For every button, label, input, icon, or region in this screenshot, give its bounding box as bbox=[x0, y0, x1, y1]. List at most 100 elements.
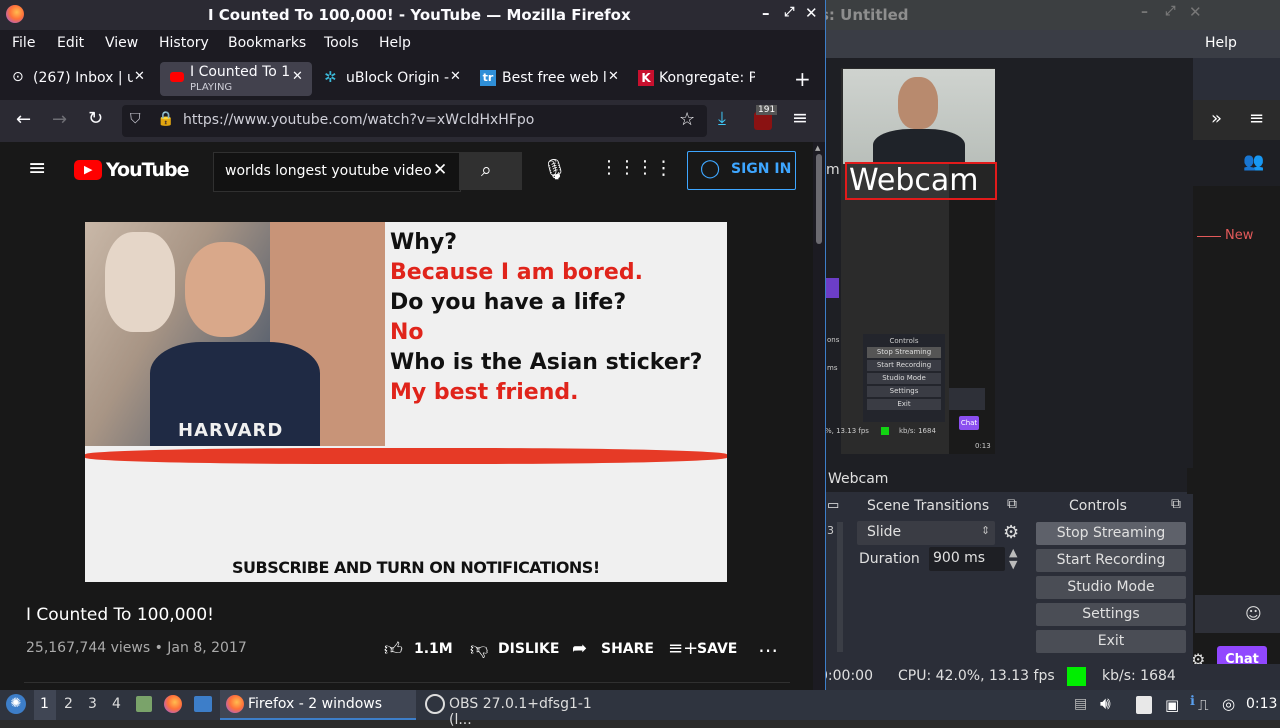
tray-volume-icon[interactable]: 🔊︎ bbox=[1100, 694, 1111, 714]
scene-transitions-float-icon[interactable]: ⧉ bbox=[1007, 496, 1017, 512]
youtube-logo-icon[interactable]: ▶ bbox=[74, 160, 102, 180]
taskbar-firefox-task[interactable]: Firefox - 2 windows bbox=[220, 690, 416, 720]
video-player[interactable]: HARVARD Why? Because I am bored. Do you ha… bbox=[85, 222, 727, 582]
downloads-icon[interactable]: ⤓ bbox=[718, 108, 726, 129]
menu-bookmarks[interactable]: Bookmarks bbox=[228, 35, 306, 51]
more-vertical-icon[interactable]: ⋮ bbox=[654, 157, 673, 179]
sign-in-button[interactable]: ◯ SIGN IN bbox=[687, 151, 796, 190]
youtube-logo-text[interactable]: YouTube bbox=[106, 159, 189, 181]
webcam-text-source[interactable]: Webcam bbox=[845, 162, 997, 200]
firefox-logo-icon bbox=[6, 5, 24, 23]
emoji-icon[interactable]: ☺ bbox=[1245, 604, 1262, 623]
lock-icon[interactable]: 🔒 bbox=[157, 111, 174, 127]
duration-stepper-down-icon[interactable]: ▼ bbox=[1009, 558, 1017, 571]
save-button[interactable]: ≡+ SAVE bbox=[668, 638, 738, 662]
tab-ublock-close-icon[interactable]: ✕ bbox=[450, 69, 461, 84]
tab-ublock[interactable]: ✲ uBlock Origin - ✕ bbox=[318, 62, 468, 96]
menu-tools[interactable]: Tools bbox=[324, 35, 359, 51]
url-bar[interactable]: ⛉ 🔒 https://www.youtube.com/watch?v=xWcl… bbox=[122, 105, 707, 137]
app-menu-icon[interactable]: ≡ bbox=[792, 107, 808, 129]
reload-icon[interactable]: ↻ bbox=[88, 108, 103, 129]
firefox-minimize-icon[interactable]: – bbox=[762, 4, 770, 22]
menu-view[interactable]: View bbox=[105, 35, 138, 51]
users-icon[interactable]: 👥 bbox=[1243, 152, 1264, 172]
tray-network-icon[interactable]: ⎍ bbox=[1198, 696, 1209, 714]
overflow-chevrons-icon[interactable]: » bbox=[1211, 108, 1222, 129]
obs-maximize-icon[interactable]: ⤢ bbox=[1165, 4, 1175, 19]
microphone-icon[interactable]: 🎙 bbox=[542, 157, 567, 181]
tray-update-icon[interactable]: ℹ bbox=[1190, 694, 1195, 709]
menu-file[interactable]: File bbox=[12, 35, 35, 51]
menu-help[interactable]: Help bbox=[379, 35, 411, 51]
more-actions-icon[interactable]: ⋯ bbox=[758, 638, 778, 662]
obs-close-icon[interactable]: ✕ bbox=[1189, 3, 1202, 21]
workspace-4[interactable]: 4 bbox=[112, 696, 121, 712]
tray-obs-icon[interactable]: ◎ bbox=[1222, 695, 1235, 713]
scrollbar-thumb[interactable] bbox=[816, 154, 822, 244]
tracking-shield-icon[interactable]: ⛉ bbox=[130, 111, 141, 127]
controls-float-icon[interactable]: ⧉ bbox=[1171, 496, 1181, 512]
page-scrollbar[interactable]: ▲ bbox=[813, 142, 825, 690]
youtube-guide-menu-icon[interactable]: ≡ bbox=[28, 156, 46, 181]
obs-menu-help[interactable]: Help bbox=[1205, 35, 1237, 51]
back-arrow-icon[interactable]: ← bbox=[16, 109, 31, 130]
new-tab-plus-icon[interactable]: + bbox=[794, 67, 811, 91]
thumbnail-line: My best friend. bbox=[390, 380, 579, 405]
chat-input[interactable]: ☺ bbox=[1195, 595, 1280, 633]
menu-edit[interactable]: Edit bbox=[57, 35, 84, 51]
like-button[interactable]: 👍︎ 1.1M bbox=[384, 638, 456, 662]
youtube-search-button[interactable]: ⌕ bbox=[459, 152, 522, 190]
taskbar-firefox-label: Firefox - 2 windows bbox=[248, 696, 383, 712]
search-clear-icon[interactable]: ✕ bbox=[433, 160, 447, 180]
file-manager-launcher-icon[interactable] bbox=[136, 696, 152, 712]
youtube-logo-play-icon: ▶ bbox=[84, 163, 93, 176]
tray-clipboard-icon[interactable]: ▤ bbox=[1074, 696, 1087, 712]
studio-mode-button[interactable]: Studio Mode bbox=[1036, 576, 1186, 599]
tab-inbox[interactable]: ⊙ (267) Inbox | u ✕ bbox=[6, 62, 156, 96]
preview-fragment-text: m bbox=[826, 162, 840, 178]
video-title: I Counted To 100,000! bbox=[26, 605, 214, 625]
apps-grid-icon[interactable]: ⋮⋮⋮ bbox=[600, 157, 654, 178]
scenes-scrollbar[interactable] bbox=[837, 522, 843, 652]
workspace-3[interactable]: 3 bbox=[88, 696, 97, 712]
menu-history[interactable]: History bbox=[159, 35, 209, 51]
share-button[interactable]: ➦ SHARE bbox=[572, 638, 654, 662]
settings-button[interactable]: Settings bbox=[1036, 603, 1186, 626]
transition-select[interactable]: Slide ⇕ bbox=[857, 521, 995, 545]
workspace-2[interactable]: 2 bbox=[64, 696, 73, 712]
tab-best-free-web[interactable]: tr Best free web l ✕ bbox=[474, 62, 626, 96]
start-menu-icon[interactable]: ✺ bbox=[6, 694, 26, 714]
thumbnail-person-center bbox=[185, 242, 265, 337]
tray-notes-icon[interactable] bbox=[1136, 696, 1152, 714]
workspace-1[interactable]: 1 bbox=[34, 690, 56, 720]
tab-youtube-close-icon[interactable]: ✕ bbox=[292, 69, 303, 84]
youtube-search-input[interactable]: worlds longest youtube video ✕ bbox=[213, 152, 461, 192]
start-recording-button[interactable]: Start Recording bbox=[1036, 549, 1186, 572]
tray-display-icon[interactable]: ▣ bbox=[1165, 696, 1179, 714]
transition-properties-gear-icon[interactable]: ⚙ bbox=[1003, 522, 1019, 543]
bookmark-star-icon[interactable]: ☆ bbox=[679, 109, 695, 130]
tab-youtube-active[interactable]: I Counted To 1( PLAYING ✕ bbox=[160, 62, 312, 96]
scenes-dock-float-icon[interactable]: ▭ bbox=[827, 498, 839, 513]
scroll-up-icon[interactable]: ▲ bbox=[815, 144, 820, 152]
stop-streaming-button[interactable]: Stop Streaming bbox=[1036, 522, 1186, 545]
duration-input[interactable]: 900 ms bbox=[929, 547, 1005, 571]
hamburger-menu-icon[interactable]: ≡ bbox=[1249, 108, 1264, 129]
taskbar-firefox-icon bbox=[226, 695, 244, 713]
firefox-close-icon[interactable]: ✕ bbox=[805, 4, 818, 22]
tab-inbox-close-icon[interactable]: ✕ bbox=[134, 69, 145, 84]
obs-minimize-icon[interactable]: – bbox=[1141, 4, 1148, 20]
firefox-maximize-icon[interactable]: ⤢ bbox=[784, 5, 794, 20]
tab-kongregate[interactable]: K Kongregate: Pl bbox=[632, 62, 782, 96]
mini-control-2: Studio Mode bbox=[867, 373, 941, 384]
exit-button[interactable]: Exit bbox=[1036, 630, 1186, 653]
dislike-button[interactable]: 👎︎ DISLIKE bbox=[470, 638, 560, 662]
taskbar-obs-task[interactable]: OBS 27.0.1+dfsg1-1 (l... bbox=[420, 690, 616, 728]
obs-preview[interactable]: Webcam m Controls Stop Streaming Start R… bbox=[825, 58, 1193, 468]
url-text[interactable]: https://www.youtube.com/watch?v=xWcldHxH… bbox=[183, 112, 534, 128]
firefox-launcher-icon[interactable] bbox=[164, 695, 182, 713]
forward-arrow-icon[interactable]: → bbox=[52, 109, 67, 130]
terminal-launcher-icon[interactable] bbox=[194, 696, 212, 712]
tab-best-free-web-close-icon[interactable]: ✕ bbox=[608, 69, 619, 84]
dislike-label: DISLIKE bbox=[498, 641, 560, 657]
